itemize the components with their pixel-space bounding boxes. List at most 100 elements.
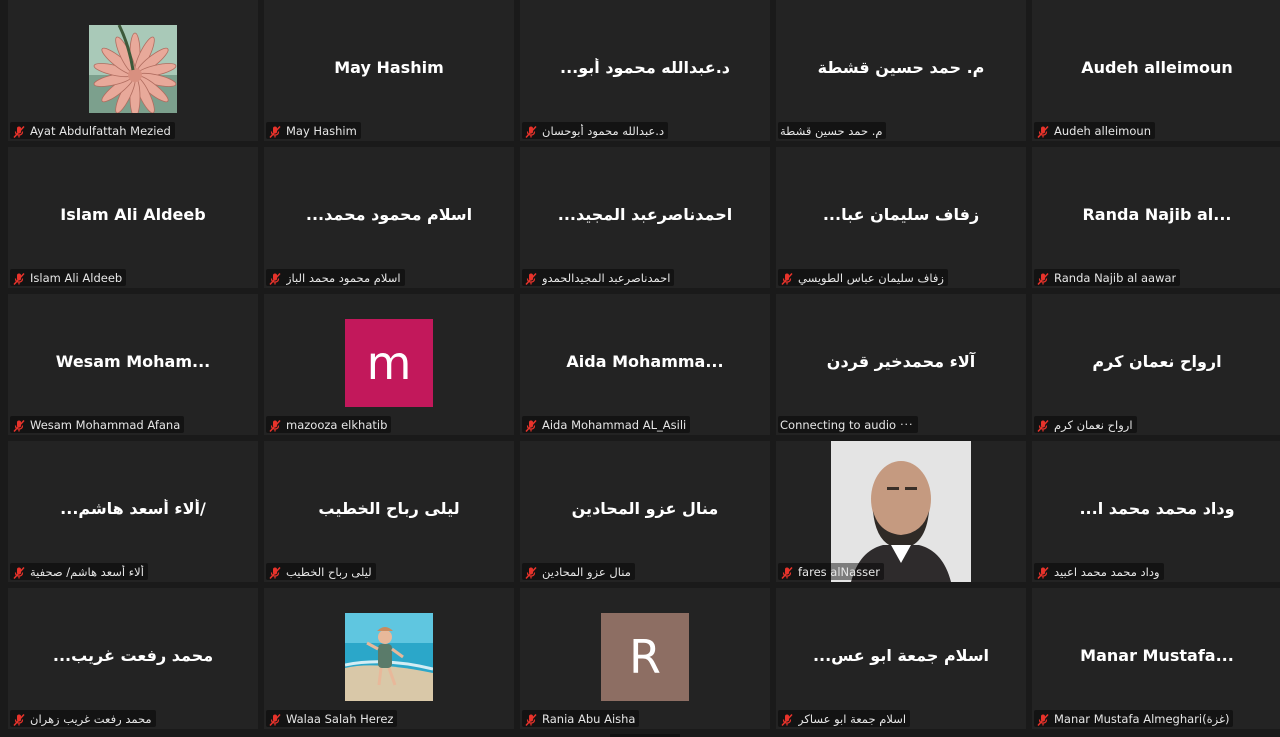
- participant-tile[interactable]: ...د.عبدالله محمود أبو د.عبدالله محمود أ…: [520, 0, 770, 141]
- muted-mic-icon: [780, 565, 794, 579]
- connecting-audio-status: Connecting to audio: [780, 417, 897, 432]
- participant-tile[interactable]: m mazooza elkhatib: [264, 294, 514, 435]
- participant-name: Walaa Salah Herez: [286, 711, 394, 726]
- video-feed: [831, 441, 971, 582]
- muted-mic-icon: [12, 418, 26, 432]
- muted-mic-icon: [12, 565, 26, 579]
- participant-name: اسلام محمود محمد الباز: [286, 270, 401, 285]
- participant-display-name: ...وداد محمد محمد ا: [1079, 499, 1235, 518]
- participant-tile[interactable]: Wesam Moham... Wesam Mohammad Afana: [8, 294, 258, 435]
- participant-display-name: ...احمدناصرعبد المجيد: [557, 205, 733, 224]
- participant-display-name: Islam Ali Aldeeb: [60, 205, 206, 224]
- muted-mic-icon: [12, 712, 26, 726]
- participant-display-name: Wesam Moham...: [55, 352, 211, 371]
- name-label: وداد محمد محمد اعبيد: [1034, 563, 1164, 580]
- name-label: Manar Mustafa Almeghari(غزة): [1034, 710, 1234, 727]
- participant-display-name: ...زفاف سليمان عبا: [822, 205, 980, 224]
- participant-tile[interactable]: ...زفاف سليمان عبا زفاف سليمان عباس الطو…: [776, 147, 1026, 288]
- participant-name: اسلام جمعة ابو عساكر: [798, 711, 907, 726]
- participant-tile[interactable]: Aida Mohamma... Aida Mohammad AL_Asili: [520, 294, 770, 435]
- participant-display-name: Randa Najib al...: [1082, 205, 1232, 224]
- profile-picture: [89, 25, 177, 113]
- participant-name: Randa Najib al aawar: [1054, 270, 1177, 285]
- name-label: Rania Abu Aisha: [522, 710, 640, 727]
- participant-tile[interactable]: Ayat Abdulfattah Mezied: [8, 0, 258, 141]
- participant-tile[interactable]: ...وداد محمد محمد ا وداد محمد محمد اعبيد: [1032, 441, 1280, 582]
- name-label: اسلام محمود محمد الباز: [266, 269, 405, 286]
- participant-display-name: Aida Mohamma...: [566, 352, 724, 371]
- name-label: احمدناصرعبد المجيدالحمدو: [522, 269, 675, 286]
- participant-tile[interactable]: م. حمد حسين قشطة م. حمد حسين قشطة: [776, 0, 1026, 141]
- muted-mic-icon: [1036, 418, 1050, 432]
- participant-name: Islam Ali Aldeeb: [30, 270, 123, 285]
- muted-mic-icon: [524, 712, 538, 726]
- participant-display-name: ...محمد رفعت غريب: [52, 646, 214, 665]
- participant-tile[interactable]: Manar Mustafa... Manar Mustafa Almeghari…: [1032, 588, 1280, 729]
- participant-tile[interactable]: منال عزو المحادين منال عزو المحادين: [520, 441, 770, 582]
- avatar: R: [601, 613, 689, 701]
- participant-tile[interactable]: Walaa Salah Herez: [264, 588, 514, 729]
- participant-tile[interactable]: May Hashim May Hashim: [264, 0, 514, 141]
- participant-name: وداد محمد محمد اعبيد: [1054, 564, 1160, 579]
- participant-display-name: منال عزو المحادين: [571, 499, 719, 518]
- participant-name: May Hashim: [286, 123, 357, 138]
- participant-name: fares alNasser: [798, 564, 880, 579]
- participant-tile[interactable]: Islam Ali Aldeeb Islam Ali Aldeeb: [8, 147, 258, 288]
- name-label: اسلام جمعة ابو عساكر: [778, 710, 911, 727]
- name-label: منال عزو المحادين: [522, 563, 635, 580]
- participant-display-name: ...اسلام محمود محمد: [305, 205, 473, 224]
- name-label: Islam Ali Aldeeb: [10, 269, 127, 286]
- participant-name: Aida Mohammad AL_Asili: [542, 417, 687, 432]
- muted-mic-icon: [268, 712, 282, 726]
- muted-mic-icon: [268, 565, 282, 579]
- muted-mic-icon: [12, 271, 26, 285]
- participant-name: Audeh alleimoun: [1054, 123, 1151, 138]
- muted-mic-icon: [268, 271, 282, 285]
- participant-tile[interactable]: ليلى رباح الخطيب ليلى رباح الخطيب: [264, 441, 514, 582]
- participant-name: Rania Abu Aisha: [542, 711, 636, 726]
- participant-tile[interactable]: R Rania Abu Aisha: [520, 588, 770, 729]
- muted-mic-icon: [268, 418, 282, 432]
- participant-name: منال عزو المحادين: [542, 564, 631, 579]
- participant-tile[interactable]: fares alNasser: [776, 441, 1026, 582]
- participant-tile[interactable]: Audeh alleimoun Audeh alleimoun: [1032, 0, 1280, 141]
- muted-mic-icon: [780, 712, 794, 726]
- name-label: زفاف سليمان عباس الطويسي: [778, 269, 948, 286]
- participant-tile[interactable]: Randa Najib al... Randa Najib al aawar: [1032, 147, 1280, 288]
- muted-mic-icon: [1036, 565, 1050, 579]
- participant-name: ليلى رباح الخطيب: [286, 564, 372, 579]
- participant-display-name: آلاء محمدخير قردن: [826, 352, 976, 371]
- participant-display-name: ...د.عبدالله محمود أبو: [559, 58, 731, 77]
- name-label: Wesam Mohammad Afana: [10, 416, 185, 433]
- participant-tile[interactable]: ...اسلام جمعة ابو عس اسلام جمعة ابو عساك…: [776, 588, 1026, 729]
- name-label: ألاء أسعد هاشم/ صحفية: [10, 563, 148, 580]
- name-label: ارواح نعمان كرم: [1034, 416, 1137, 433]
- name-label: fares alNasser: [778, 563, 884, 580]
- loading-dots-icon: ···: [900, 418, 914, 431]
- participant-name: د.عبدالله محمود أبوحسان: [542, 123, 665, 138]
- muted-mic-icon: [268, 124, 282, 138]
- muted-mic-icon: [524, 124, 538, 138]
- participant-tile[interactable]: ...ألاء أسعد هاشم/ ألاء أسعد هاشم/ صحفية: [8, 441, 258, 582]
- participant-tile[interactable]: ...احمدناصرعبد المجيد احمدناصرعبد المجيد…: [520, 147, 770, 288]
- participant-name: Wesam Mohammad Afana: [30, 417, 181, 432]
- muted-mic-icon: [1036, 712, 1050, 726]
- name-label: محمد رفعت غريب زهران: [10, 710, 156, 727]
- participant-display-name: ...ألاء أسعد هاشم/: [60, 499, 206, 518]
- avatar: m: [345, 319, 433, 407]
- participant-display-name: May Hashim: [334, 58, 444, 77]
- muted-mic-icon: [524, 271, 538, 285]
- participant-tile[interactable]: آلاء محمدخير قردن Connecting to audio ···: [776, 294, 1026, 435]
- muted-mic-icon: [1036, 271, 1050, 285]
- name-label: د.عبدالله محمود أبوحسان: [522, 122, 669, 139]
- participant-tile[interactable]: ...محمد رفعت غريب محمد رفعت غريب زهران: [8, 588, 258, 729]
- participant-display-name: م. حمد حسين قشطة: [817, 58, 985, 77]
- participant-tile[interactable]: ارواح نعمان كرم ارواح نعمان كرم: [1032, 294, 1280, 435]
- name-label: Audeh alleimoun: [1034, 122, 1155, 139]
- muted-mic-icon: [524, 418, 538, 432]
- participant-name: م. حمد حسين قشطة: [780, 123, 883, 138]
- participant-display-name: Audeh alleimoun: [1081, 58, 1233, 77]
- muted-mic-icon: [780, 271, 794, 285]
- participant-tile[interactable]: ...اسلام محمود محمد اسلام محمود محمد الب…: [264, 147, 514, 288]
- participant-display-name: Manar Mustafa...: [1080, 646, 1234, 665]
